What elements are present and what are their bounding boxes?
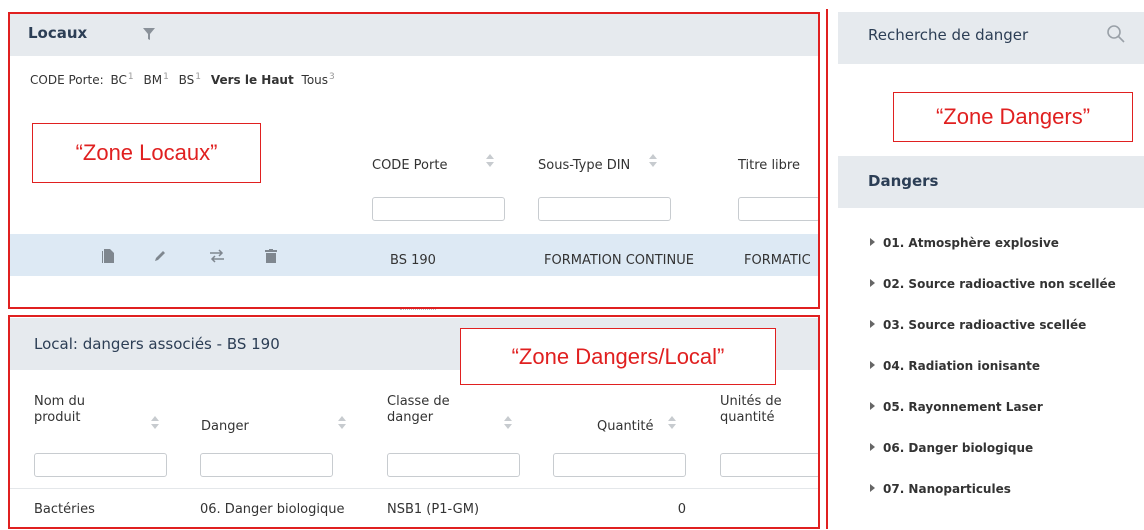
recherche-title: Recherche de danger [868,26,1029,44]
search-icon[interactable] [1106,24,1126,44]
zone-dangers-label: “Zone Dangers” [893,92,1133,142]
danger-tree-item[interactable]: 05. Rayonnement Laser [870,400,1043,414]
caret-right-icon [870,402,875,410]
danger-tree-item[interactable]: 04. Radiation ionisante [870,359,1040,373]
zone-locaux-label: “Zone Locaux” [32,123,261,183]
caret-right-icon [870,484,875,492]
caret-right-icon [870,361,875,369]
zone-dangers-outline [826,9,830,529]
danger-tree-item[interactable]: 01. Atmosphère explosive [870,236,1059,250]
zone-dangers-local-label: “Zone Dangers/Local” [460,328,776,385]
caret-right-icon [870,443,875,451]
danger-tree-item[interactable]: 06. Danger biologique [870,441,1033,455]
caret-right-icon [870,238,875,246]
caret-right-icon [870,320,875,328]
danger-tree-item[interactable]: 03. Source radioactive scellée [870,318,1086,332]
dangers-title: Dangers [868,172,939,190]
splitter-handle[interactable] [400,309,436,313]
danger-tree-item[interactable]: 02. Source radioactive non scellée [870,277,1116,291]
danger-tree-item[interactable]: 07. Nanoparticules [870,482,1011,496]
caret-right-icon [870,279,875,287]
